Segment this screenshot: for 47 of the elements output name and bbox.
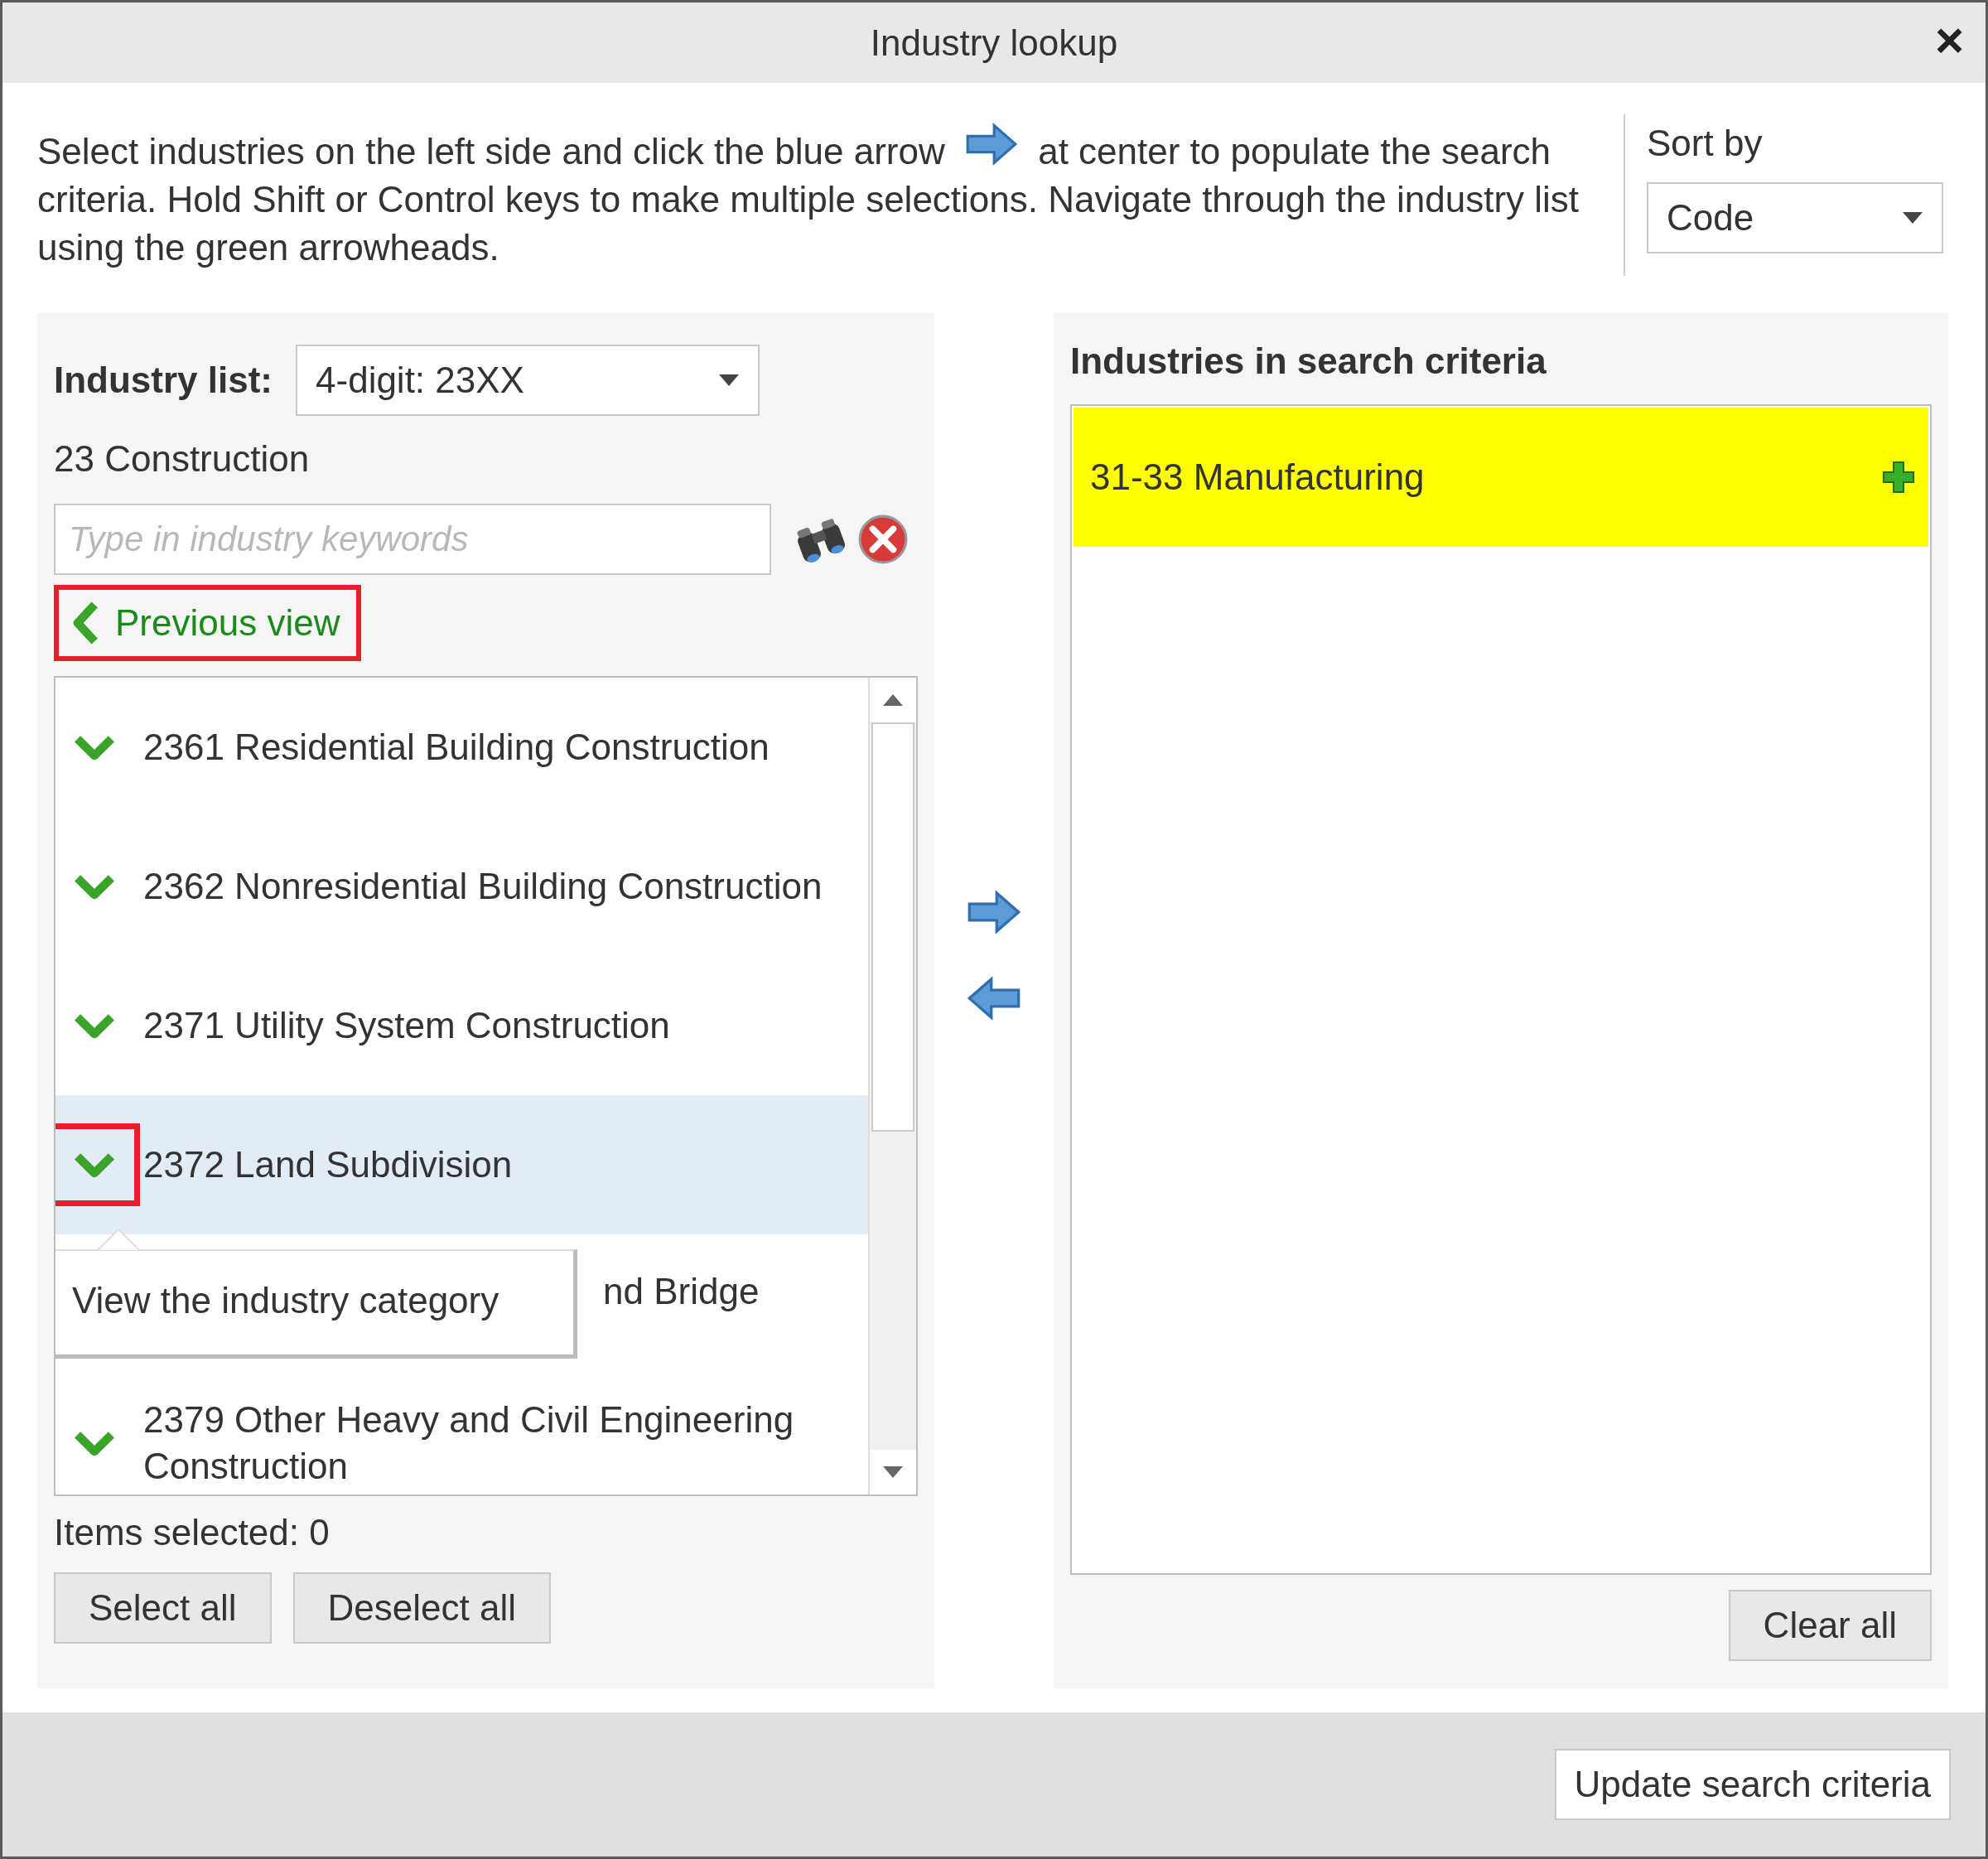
panel-title: Industries in search criteria <box>1070 340 1547 383</box>
clear-all-button[interactable]: Clear all <box>1728 1590 1932 1661</box>
search-field[interactable]: Type in industry keywords <box>54 504 771 575</box>
update-button[interactable]: Update search criteria <box>1554 1749 1951 1820</box>
window-title: Industry lookup <box>870 22 1118 64</box>
item-label: 2379 Other Heavy and Civil Engineering Construction <box>143 1398 795 1488</box>
item-label: 2362 Nonresidential Building Construction <box>143 865 823 908</box>
list-item[interactable]: 2372 Land Subdivision <box>55 1095 868 1234</box>
chevron-down-icon[interactable] <box>73 733 116 761</box>
previous-view-link[interactable]: Previous view <box>72 601 340 645</box>
action-button[interactable]: Select all <box>54 1572 272 1644</box>
list-item[interactable]: 2361 Residential Building Construction <box>55 678 868 817</box>
scroll-thumb[interactable] <box>871 722 914 1132</box>
close-button[interactable]: × <box>1928 16 1971 65</box>
sort-label: Sort by <box>1647 123 1764 164</box>
scrollbar[interactable] <box>868 678 916 1494</box>
list-item[interactable]: 2371 Utility System Construction <box>55 956 868 1095</box>
scroll-down-icon[interactable] <box>882 1466 904 1478</box>
chevron-down-icon[interactable] <box>73 1429 116 1457</box>
parent-industry: 23 Construction <box>54 437 311 480</box>
item-label: 2371 Utility System Construction <box>143 1004 671 1047</box>
arrow-right-icon[interactable] <box>967 890 1021 934</box>
chevron-down-icon[interactable] <box>73 872 116 901</box>
chevron-left-icon <box>72 601 100 645</box>
caret-icon <box>1902 212 1923 224</box>
arrow-left-icon[interactable] <box>967 976 1021 1021</box>
caret-icon <box>718 374 741 386</box>
sort-dropdown[interactable]: Code <box>1647 182 1943 254</box>
chevron-down-icon[interactable] <box>73 1151 116 1179</box>
list-item[interactable]: 2362 Nonresidential Building Construction <box>55 817 868 956</box>
tooltip-pointer <box>97 1229 140 1251</box>
industry-list-label: Industry list: <box>54 360 273 401</box>
criteria-item[interactable]: 31-33 Manufacturing <box>1074 408 1928 547</box>
action-button[interactable]: Deselect all <box>292 1572 551 1644</box>
item-label: 31-33 Manufacturing <box>1090 456 1425 498</box>
item-label: 2372 Land Subdivision <box>143 1143 514 1186</box>
list-item[interactable]: 2379 Other Heavy and Civil Engineering Construction <box>55 1374 868 1494</box>
tooltip: View the industry category <box>55 1249 577 1359</box>
arrow-right-icon <box>964 123 1018 166</box>
item-label: 2361 Residential Building Construction <box>143 726 770 769</box>
chevron-down-icon[interactable] <box>73 1012 116 1040</box>
items-selected-count: Items selected: 0 <box>54 1511 331 1554</box>
scroll-up-icon[interactable] <box>882 694 904 706</box>
industry-level-dropdown[interactable]: 4-digit: 23XX <box>296 345 760 416</box>
instructions-text: Select industries on the left side and click the blue arrow at center to populate the search criteria. Hold Shift or Control keys to make multiple selections. Navigate through the industry list using the green arrowheads. <box>37 114 1615 276</box>
plus-icon[interactable] <box>1882 461 1915 494</box>
clear-icon[interactable] <box>857 514 909 565</box>
